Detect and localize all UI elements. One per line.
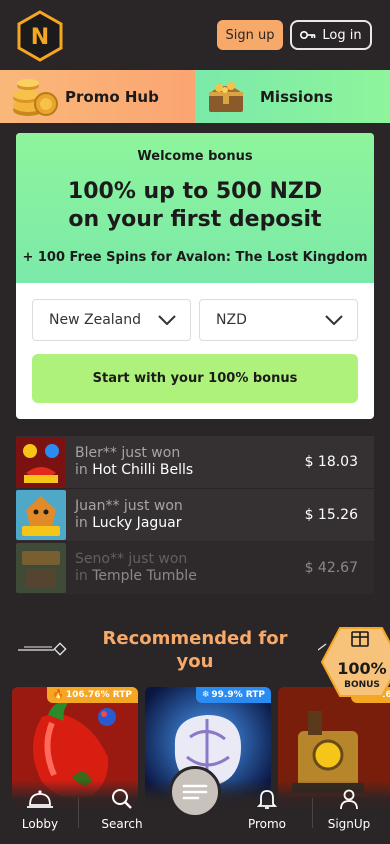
winner-row[interactable]: Juan** just won in Lucky Jaguar $ 15.26 [16,489,374,542]
temple-tumble-thumbnail [16,543,66,593]
snowflake-icon: ❄ [201,690,210,700]
recent-winners-list: Bler** just won in Hot Chilli Bells $ 18… [16,436,374,595]
nav-promo-label: Promo [247,817,287,831]
winner-text: Juan** just won in Lucky Jaguar [75,498,183,532]
start-bonus-button[interactable]: Start with your 100% bonus [32,354,358,403]
nav-divider [78,798,79,828]
nav-divider [312,798,313,828]
signup-button[interactable]: Sign up [217,20,283,50]
welcome-headline: 100% up to 500 NZD on your first deposit [16,178,374,234]
nav-search-label: Search [101,817,143,831]
rtp-badge: 🔥 106.76% RTP [46,687,138,703]
winner-name: Bler** just won [75,445,181,461]
login-label: Log in [322,27,362,43]
bell-icon [256,790,278,809]
select-row: New Zealand NZD [32,299,358,341]
winner-name: Seno** just won [75,551,188,567]
hot-chilli-bells-thumbnail [16,437,66,487]
start-bonus-label: Start with your 100% bonus [92,371,298,386]
currency-value: NZD [216,312,247,328]
key-icon [300,31,316,39]
nav-signup[interactable]: SignUp [319,788,379,831]
signup-label: Sign up [225,27,275,43]
logo-icon[interactable]: N [16,10,64,62]
chevron-down-icon [158,315,176,325]
chevron-down-icon [325,315,343,325]
rtp-badge: ❄ 99.9% RTP [195,687,271,703]
promo-hub-label: Promo Hub [65,87,159,106]
missions-label: Missions [260,87,333,106]
search-icon [112,789,132,809]
currency-select[interactable]: NZD [199,299,358,341]
welcome-headline-line1: 100% up to 500 NZD [67,179,323,204]
winner-amount: $ 15.26 [304,507,358,523]
nav-lobby-label: Lobby [21,817,59,831]
menu-icon [182,784,208,800]
bonus-percent: 100% [337,659,386,678]
winner-row[interactable]: Bler** just won in Hot Chilli Bells $ 18… [16,436,374,489]
free-spins-text: + 100 Free Spins for Avalon: The Lost Ki… [22,250,368,265]
welcome-headline-line2: on your first deposit [68,207,322,232]
promo-strip: Promo Hub Missions [0,70,390,123]
recommended-title: Recommended for you [90,627,300,673]
winner-text: Seno** just won in Temple Tumble [75,551,197,585]
svg-text:N: N [31,25,49,50]
nav-search[interactable]: Search [92,788,152,831]
missions-tab[interactable]: Missions [195,70,390,123]
country-value: New Zealand [49,312,141,328]
winner-text: Bler** just won in Hot Chilli Bells [75,445,193,479]
nav-signup-label: SignUp [327,817,371,831]
bell-service-icon [27,790,53,808]
rtp-value: 99.9% RTP [211,690,265,700]
winner-amount: $ 18.03 [304,454,358,470]
treasure-chest-icon [209,82,243,112]
welcome-bonus-card: Welcome bonus 100% up to 500 NZD on your… [16,133,374,419]
winner-game: Hot Chilli Bells [92,462,194,478]
nav-promo[interactable]: Promo [237,788,297,831]
divider-ornament-icon [18,642,67,656]
winner-game: Lucky Jaguar [92,515,182,531]
top-header: N Sign up Log in [0,0,390,70]
winner-name: Juan** just won [75,498,183,514]
country-select[interactable]: New Zealand [32,299,191,341]
coins-icon [13,79,58,116]
nav-lobby[interactable]: Lobby [10,788,70,831]
winner-row[interactable]: Seno** just won in Temple Tumble $ 42.67 [16,542,374,595]
menu-button[interactable] [169,766,221,818]
welcome-bonus-label: Welcome bonus [137,149,253,164]
lucky-jaguar-thumbnail [16,490,66,540]
fire-icon: 🔥 [52,690,64,700]
winner-in: in [75,568,88,584]
winner-in: in [75,515,88,531]
recommended-title-line1: Recommended for [102,628,288,649]
bonus-badge[interactable]: 100% BONUS [320,622,390,702]
recommended-title-line2: you [176,651,214,672]
promo-hub-tab[interactable]: Promo Hub [0,70,195,123]
winner-amount: $ 42.67 [304,560,358,576]
welcome-banner: Welcome bonus 100% up to 500 NZD on your… [16,133,374,283]
user-icon [340,789,358,810]
winner-in: in [75,462,88,478]
winner-game: Temple Tumble [92,568,197,584]
rtp-value: 106.76% RTP [65,690,132,700]
bonus-word: BONUS [344,680,380,690]
login-button[interactable]: Log in [290,20,372,50]
